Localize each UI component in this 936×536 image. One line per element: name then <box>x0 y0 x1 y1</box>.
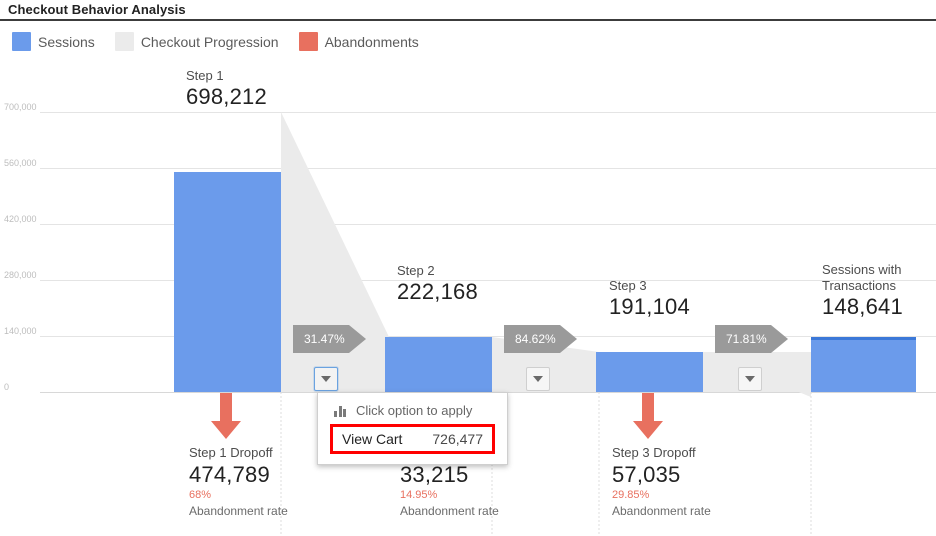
checkout-behavior-analysis-report: Checkout Behavior Analysis Sessions Chec… <box>0 0 936 536</box>
progression-badge-3: 71.81% <box>715 325 788 353</box>
step-1-value: 698,212 <box>186 84 267 109</box>
step-1-name: Step 1 <box>186 68 224 83</box>
title-divider <box>0 19 936 21</box>
dropoff-1-name: Step 1 Dropoff <box>189 445 273 460</box>
progression-badge-2-text: 84.62% <box>515 332 556 346</box>
chevron-down-icon <box>745 376 755 382</box>
popup-hint-text: Click option to apply <box>356 403 473 418</box>
page-title: Checkout Behavior Analysis <box>8 2 186 17</box>
dropoff-arrow-1 <box>211 393 241 439</box>
step-2-name: Step 2 <box>397 263 435 278</box>
legend-label-abandonments: Abandonments <box>324 33 419 50</box>
dropoff-2-rate-label: Abandonment rate <box>400 504 499 518</box>
progression-badge-2: 84.62% <box>504 325 577 353</box>
chevron-down-icon <box>533 376 543 382</box>
bar-sessions-with-transactions-cap <box>811 337 916 340</box>
legend-item-checkout-progression: Checkout Progression <box>114 32 279 51</box>
progression-badge-3-body: 71.81% <box>715 325 771 353</box>
popup-option-value: 726,477 <box>432 431 483 447</box>
legend-swatch-abandonments <box>298 32 318 51</box>
segment-options-popup[interactable]: Click option to apply View Cart 726,477 <box>317 392 508 465</box>
progression-badge-1-body: 31.47% <box>293 325 349 353</box>
step-1-label: Step 1 698,212 <box>186 68 267 110</box>
legend-item-sessions: Sessions <box>12 32 95 51</box>
bar-sessions-with-transactions <box>811 340 916 392</box>
dropoff-1-rate-label: Abandonment rate <box>189 504 288 518</box>
final-step-value: 148,641 <box>822 294 903 319</box>
step-2-value: 222,168 <box>397 279 478 304</box>
dropoff-3-rate-label: Abandonment rate <box>612 504 711 518</box>
progression-badge-2-body: 84.62% <box>504 325 560 353</box>
chart-legend: Sessions Checkout Progression Abandonmen… <box>12 32 431 51</box>
chevron-down-icon <box>321 376 331 382</box>
step-2-label: Step 2 222,168 <box>397 263 478 305</box>
dropoff-2-rate: 14.95% <box>400 489 438 501</box>
bar-chart-icon <box>334 405 346 417</box>
final-step-name-line-2: Transactions <box>822 278 896 293</box>
progression-badge-1: 31.47% <box>293 325 366 353</box>
step-3-value: 191,104 <box>609 294 690 319</box>
segment-dropdown-button-1[interactable] <box>314 367 338 391</box>
dropoff-1-rate: 68% <box>189 489 212 501</box>
segment-dropdown-button-2[interactable] <box>526 367 550 391</box>
progression-badge-1-point <box>348 325 366 353</box>
popup-option-label: View Cart <box>342 431 403 447</box>
legend-swatch-progression <box>114 32 134 51</box>
legend-item-abandonments: Abandonments <box>298 32 419 51</box>
bar-step-1 <box>174 172 281 392</box>
segment-dropdown-button-3[interactable] <box>738 367 762 391</box>
step-3-label: Step 3 191,104 <box>609 278 690 320</box>
dropoff-2-value: 33,215 <box>400 462 469 487</box>
step-3-name: Step 3 <box>609 278 647 293</box>
legend-label-progression: Checkout Progression <box>140 33 279 50</box>
final-step-name-line-1: Sessions with <box>822 262 902 277</box>
dropoff-3-value: 57,035 <box>612 462 681 487</box>
legend-swatch-sessions <box>12 32 31 51</box>
sessions-with-transactions-label: Sessions with Transactions 148,641 <box>822 262 903 320</box>
dropoff-block-3: Step 3 Dropoff 57,035 29.85% Abandonment… <box>612 444 711 519</box>
dropoff-3-rate: 29.85% <box>612 489 650 501</box>
bar-step-3 <box>596 352 703 392</box>
progression-badge-1-text: 31.47% <box>304 332 345 346</box>
progression-badge-3-text: 71.81% <box>726 332 767 346</box>
popup-option-view-cart[interactable]: View Cart 726,477 <box>330 424 495 454</box>
progression-badge-2-point <box>559 325 577 353</box>
dropoff-arrow-3 <box>633 393 663 439</box>
bar-step-2 <box>385 337 492 392</box>
popup-hint-row: Click option to apply <box>330 401 495 424</box>
dropoff-block-1: Step 1 Dropoff 474,789 68% Abandonment r… <box>189 444 288 519</box>
dropoff-1-value: 474,789 <box>189 462 270 487</box>
progression-badge-3-point <box>770 325 788 353</box>
legend-label-sessions: Sessions <box>38 33 95 50</box>
dropoff-3-name: Step 3 Dropoff <box>612 445 696 460</box>
